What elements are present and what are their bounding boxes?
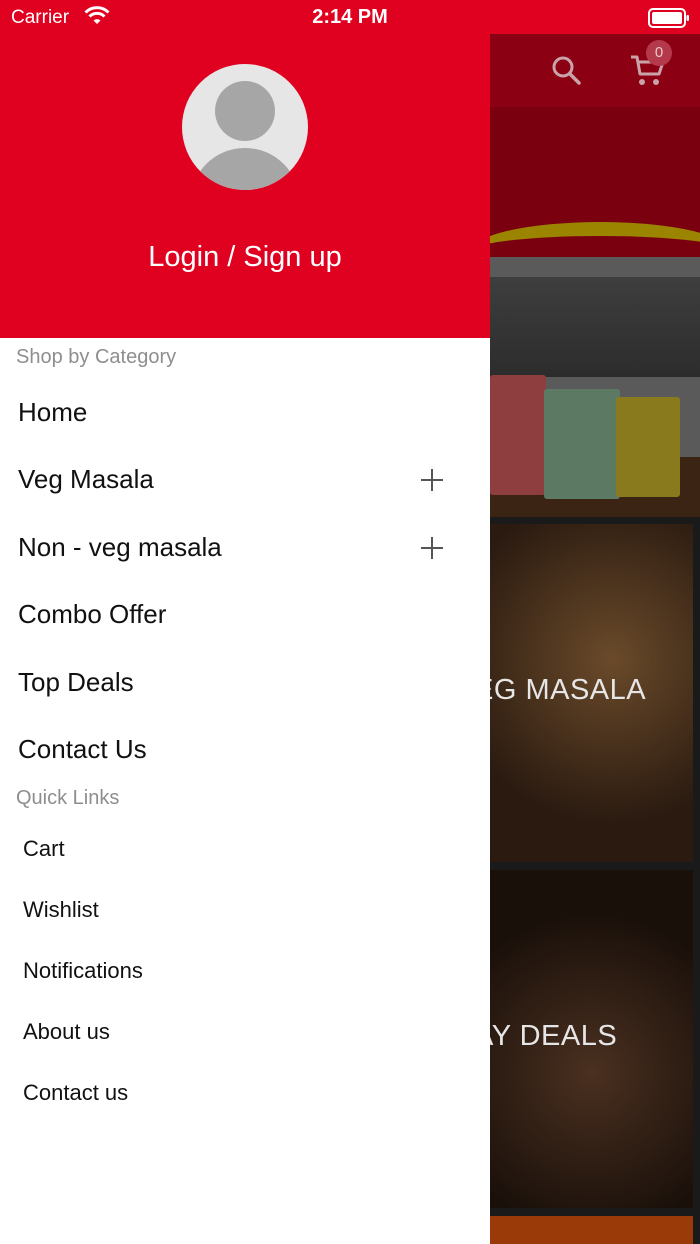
footer-strip (490, 1216, 693, 1244)
quick-link-notifications[interactable]: Notifications (23, 949, 463, 993)
menu-item-label: Non - veg masala (18, 532, 222, 562)
menu-item-combo-offer[interactable]: Combo Offer (18, 586, 478, 642)
search-icon[interactable] (550, 54, 582, 86)
background-app: 0 EG MASALA AY DEALS (490, 34, 700, 1244)
status-bar: Carrier 2:14 PM (0, 0, 700, 34)
menu-item-veg-masala[interactable]: Veg Masala (18, 451, 478, 507)
clock: 2:14 PM (312, 6, 388, 28)
category-card-deals[interactable]: AY DEALS (490, 870, 693, 1208)
menu-item-top-deals[interactable]: Top Deals (18, 654, 478, 710)
cart-count-badge: 0 (646, 40, 672, 66)
menu-item-label: Home (18, 397, 88, 427)
menu-item-label: Top Deals (18, 667, 134, 697)
menu-item-label: Veg Masala (18, 464, 154, 494)
menu-item-label: Combo Offer (18, 599, 167, 629)
category-card-label: EG MASALA (490, 674, 647, 706)
product-pack (616, 397, 680, 497)
plus-icon[interactable] (421, 537, 443, 559)
category-card-veg-masala[interactable]: EG MASALA (490, 524, 693, 862)
menu-item-label: Contact Us (18, 734, 147, 764)
menu-item-home[interactable]: Home (18, 384, 478, 440)
plus-icon[interactable] (421, 469, 443, 491)
quick-link-contact-us[interactable]: Contact us (23, 1071, 463, 1115)
product-pack (544, 389, 620, 499)
avatar-icon[interactable] (182, 64, 308, 190)
navigation-drawer: Login / Sign up Shop by Category Home Ve… (0, 34, 490, 1244)
quick-link-cart[interactable]: Cart (23, 827, 463, 871)
login-signup-link[interactable]: Login / Sign up (0, 241, 490, 274)
quick-links-heading: Quick Links (16, 787, 120, 809)
shop-by-category-heading: Shop by Category (16, 346, 177, 368)
drawer-header: Login / Sign up (0, 34, 490, 338)
battery-icon (648, 8, 689, 28)
quick-link-about-us[interactable]: About us (23, 1010, 463, 1054)
category-card-label: AY DEALS (490, 1020, 618, 1052)
menu-item-contact-us[interactable]: Contact Us (18, 721, 478, 777)
product-pack (490, 375, 546, 495)
quick-link-wishlist[interactable]: Wishlist (23, 888, 463, 932)
app-header: 0 (490, 34, 700, 107)
promo-banner[interactable] (490, 107, 700, 517)
menu-item-non-veg-masala[interactable]: Non - veg masala (18, 519, 478, 575)
